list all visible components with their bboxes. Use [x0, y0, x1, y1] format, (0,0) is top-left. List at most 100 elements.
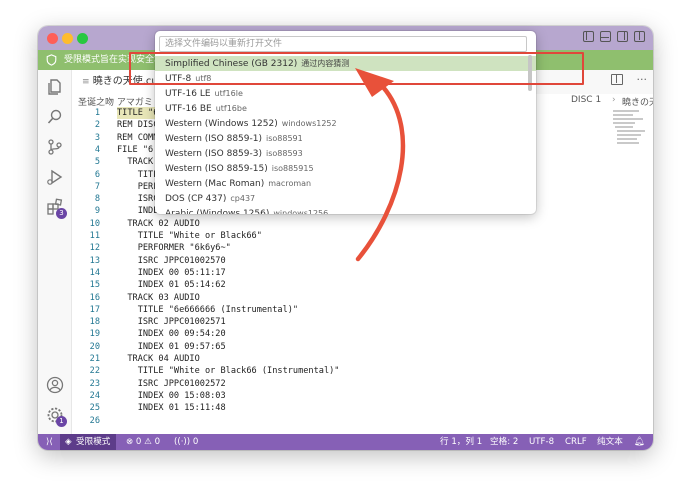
- encoding-option-id: iso88593: [265, 149, 303, 158]
- encoding-option[interactable]: Simplified Chinese (GB 2312) 通过内容猜测: [155, 56, 536, 71]
- shield-icon: ◈: [65, 437, 72, 447]
- encoding-option-label: Western (ISO 8859-1): [165, 134, 262, 144]
- line-number: 10: [89, 218, 100, 229]
- line-number: 22: [89, 366, 100, 377]
- code-line: INDEX 00 15:08:03: [117, 390, 226, 401]
- code-line: TITLE "6e666666 (Instrumental)": [117, 304, 299, 315]
- ports-count: 0: [192, 437, 199, 447]
- line-number: 14: [89, 267, 100, 278]
- minimap[interactable]: [609, 109, 653, 149]
- encoding-option-label: UTF-16 BE: [165, 104, 212, 114]
- encoding-option[interactable]: DOS (CP 437) cp437: [155, 191, 536, 206]
- notifications-bell-icon[interactable]: 🔔︎: [634, 434, 645, 450]
- line-number: 5: [94, 157, 100, 168]
- run-debug-icon[interactable]: [46, 168, 64, 186]
- customize-layout-icon[interactable]: [634, 31, 645, 42]
- code-line: TRACK: [117, 157, 154, 168]
- maximize-window-button[interactable]: [77, 33, 88, 44]
- line-number: 11: [89, 231, 100, 241]
- cursor-position[interactable]: 行 1，列 1: [440, 434, 482, 450]
- cue-file-icon: ≡: [82, 77, 90, 87]
- line-number: 4: [94, 144, 100, 155]
- code-line: INDEX 00 09:54:20: [117, 329, 226, 340]
- encoding-option-label: Western (Mac Roman): [165, 179, 265, 189]
- code-line: REM COMM: [117, 132, 159, 143]
- code-line: ISRC: [117, 194, 159, 205]
- eol-status[interactable]: CRLF: [565, 434, 587, 450]
- source-control-icon[interactable]: [46, 138, 64, 156]
- line-number: 18: [89, 317, 100, 328]
- encoding-option[interactable]: Western (Mac Roman) macroman: [155, 176, 536, 191]
- ports-status[interactable]: ((·)) 0: [174, 434, 198, 450]
- line-number: 24: [89, 390, 100, 401]
- encoding-option-id: utf16le: [214, 89, 243, 98]
- encoding-option-label: Western (ISO 8859-15): [165, 164, 268, 174]
- extensions-button[interactable]: 3: [46, 198, 67, 219]
- code-line: ISRC JPPC01002571: [117, 317, 226, 328]
- encoding-option-label: Simplified Chinese (GB 2312): [165, 59, 298, 69]
- encoding-option[interactable]: Western (ISO 8859-15) iso885915: [155, 161, 536, 176]
- encoding-quick-pick: Simplified Chinese (GB 2312)通过内容猜测UTF-8u…: [155, 31, 536, 214]
- encoding-option[interactable]: Arabic (Windows 1256) windows1256: [155, 206, 536, 214]
- remote-icon[interactable]: ⟩⟨: [46, 434, 53, 450]
- problems-status[interactable]: ⊗ 0 ⚠ 0: [126, 434, 160, 450]
- encoding-option-id: macroman: [268, 179, 312, 188]
- line-number: 25: [89, 403, 100, 414]
- line-number: 21: [89, 354, 100, 364]
- encoding-option[interactable]: UTF-8 utf8: [155, 71, 536, 86]
- toggle-panel-icon[interactable]: [600, 31, 611, 42]
- encoding-option-label: UTF-16 LE: [165, 89, 211, 99]
- restricted-mode-status[interactable]: ◈ 受限模式: [60, 434, 117, 450]
- breadcrumb-disc[interactable]: DISC 1: [571, 95, 601, 105]
- account-icon[interactable]: [46, 376, 64, 394]
- code-line: INDEX 01 09:57:65: [117, 341, 226, 352]
- code-line: ISRC JPPC01002572: [117, 378, 226, 389]
- minimize-window-button[interactable]: [62, 33, 73, 44]
- split-editor-icon[interactable]: [611, 74, 623, 85]
- code-line: TITLE "White or Black66": [117, 231, 262, 241]
- encoding-option-id: utf16be: [215, 104, 247, 113]
- explorer-icon[interactable]: [46, 78, 64, 96]
- code-line: INDEX 01 15:11:48: [117, 403, 226, 414]
- breadcrumb-file[interactable]: 曉きの天使.cue: [622, 95, 653, 108]
- code-line: TRACK 04 AUDIO: [117, 354, 200, 364]
- code-line: TRACK 02 AUDIO: [117, 218, 200, 229]
- line-number: 7: [94, 181, 100, 192]
- line-number: 6: [94, 169, 100, 180]
- code-line: PERFORMER "6k6y6~": [117, 243, 231, 254]
- close-window-button[interactable]: [47, 33, 58, 44]
- code-line: TITLE "6: [117, 107, 159, 120]
- line-number: 13: [89, 255, 100, 266]
- encoding-option[interactable]: Western (ISO 8859-1) iso88591: [155, 131, 536, 146]
- encoding-status[interactable]: UTF-8: [529, 434, 554, 450]
- encoding-search-input[interactable]: [159, 36, 527, 52]
- code-line: FILE "6: [117, 144, 154, 155]
- quick-pick-scrollbar[interactable]: [528, 55, 532, 91]
- toggle-primary-sidebar-icon[interactable]: [583, 31, 594, 42]
- encoding-option[interactable]: Western (ISO 8859-3) iso88593: [155, 146, 536, 161]
- encoding-option[interactable]: Western (Windows 1252) windows1252: [155, 116, 536, 131]
- breadcrumb-separator: ›: [612, 95, 616, 105]
- encoding-option-id: iso885915: [271, 164, 314, 173]
- more-actions-icon[interactable]: ···: [637, 73, 648, 86]
- line-number: 1: [94, 108, 100, 118]
- encoding-option-id: cp437: [230, 194, 256, 203]
- encoding-option[interactable]: UTF-16 BE utf16be: [155, 101, 536, 116]
- search-icon[interactable]: [46, 108, 64, 126]
- broadcast-icon: ((·)): [174, 437, 193, 447]
- encoding-option-id: windows1256: [273, 209, 329, 214]
- manage-button[interactable]: 1: [46, 406, 67, 427]
- toggle-secondary-sidebar-icon[interactable]: [617, 31, 628, 42]
- tab-label: 曉きの天使.cue: [92, 76, 164, 87]
- language-mode-status[interactable]: 纯文本: [597, 434, 623, 450]
- encoding-option-label: Western (Windows 1252): [165, 119, 278, 129]
- line-number: 20: [89, 341, 100, 352]
- line-number: 15: [89, 280, 100, 291]
- code-line: PERF: [117, 181, 159, 192]
- code-line: TITLE "White or Black66 (Instrumental)": [117, 366, 340, 377]
- encoding-option[interactable]: UTF-16 LE utf16le: [155, 86, 536, 101]
- indentation-status[interactable]: 空格: 2: [490, 434, 518, 450]
- restricted-mode-label: 受限模式: [76, 437, 111, 447]
- line-number: 2: [94, 120, 100, 131]
- code-line: INDEX 01 05:14:62: [117, 280, 226, 291]
